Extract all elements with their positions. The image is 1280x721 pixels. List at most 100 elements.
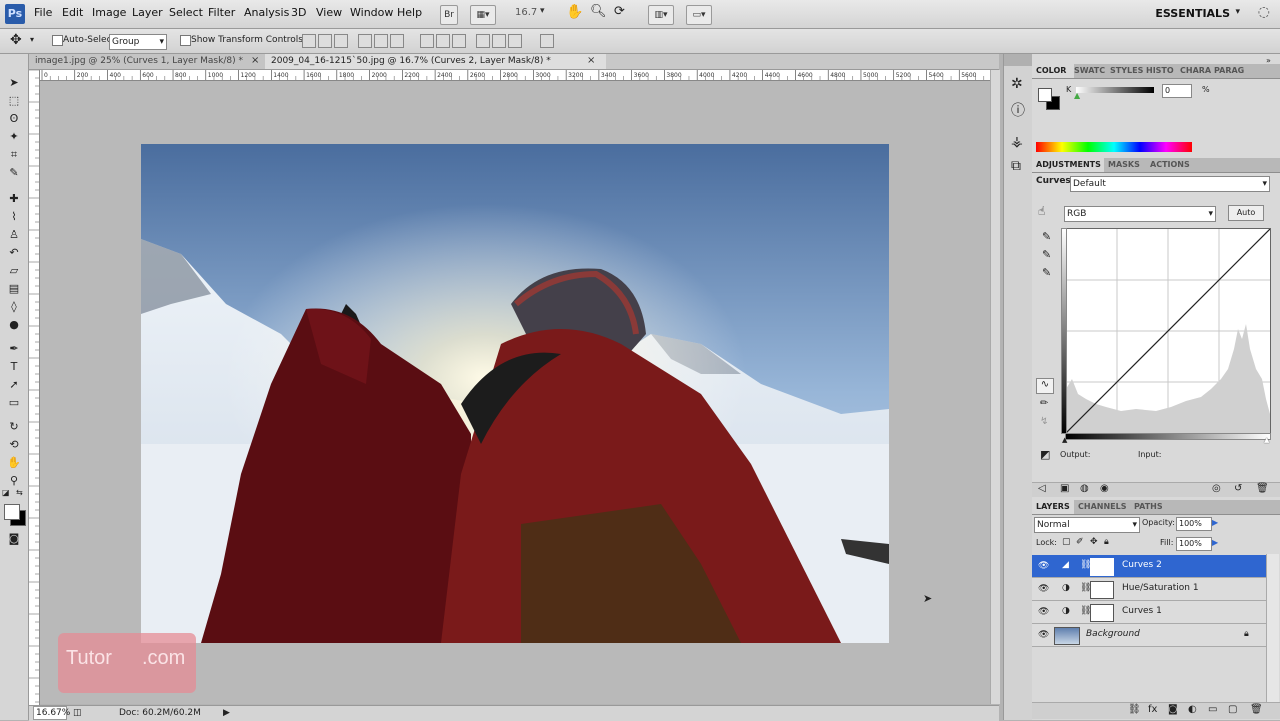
document-image[interactable] bbox=[141, 144, 889, 643]
layer-mask-thumbnail[interactable] bbox=[1090, 581, 1114, 599]
navigator-icon[interactable]: ✲ bbox=[1011, 76, 1023, 92]
zoom-level-field[interactable]: 16.67% bbox=[33, 706, 70, 720]
tool-preset-dropdown-icon[interactable]: ▾ bbox=[30, 35, 34, 44]
distribute-left-icon[interactable] bbox=[476, 34, 490, 48]
pencil-draw-icon[interactable]: ✏ bbox=[1040, 398, 1048, 409]
menu-analysis[interactable]: Analysis bbox=[244, 6, 289, 19]
dodge-tool-icon[interactable]: ● bbox=[6, 318, 22, 332]
curves-graph[interactable] bbox=[1065, 228, 1271, 434]
path-selection-icon[interactable]: ➚ bbox=[6, 378, 22, 392]
trash-icon[interactable]: 🗑︎ bbox=[1256, 483, 1269, 494]
3d-orbit-icon[interactable]: ⟲ bbox=[6, 438, 22, 452]
eraser-icon[interactable]: ▱ bbox=[6, 264, 22, 278]
search-icon[interactable]: ◌ bbox=[1258, 4, 1270, 20]
tab-channels[interactable]: CHANNELS bbox=[1078, 500, 1126, 514]
magic-wand-icon[interactable]: ✦ bbox=[6, 130, 22, 144]
quick-mask-icon[interactable]: ◙ bbox=[6, 532, 22, 546]
on-image-adjust-icon[interactable]: ☝ bbox=[1038, 204, 1045, 218]
move-tool-icon[interactable]: ✥ bbox=[10, 32, 22, 48]
auto-select-checkbox[interactable] bbox=[52, 35, 63, 46]
auto-select-dropdown[interactable]: Group ▾ bbox=[109, 34, 167, 50]
tab-history[interactable]: HISTO bbox=[1146, 64, 1176, 78]
layer-style-icon[interactable]: fx bbox=[1148, 704, 1157, 715]
auto-align-icon[interactable] bbox=[540, 34, 554, 48]
lock-transparent-icon[interactable]: ▢ bbox=[1062, 537, 1071, 547]
white-point-eyedropper-icon[interactable]: ✎ bbox=[1042, 266, 1051, 279]
eyedropper-icon[interactable]: ✎ bbox=[6, 166, 22, 180]
close-icon[interactable]: × bbox=[587, 55, 595, 66]
align-vcenter-icon[interactable] bbox=[318, 34, 332, 48]
layer-row-curves-2[interactable]: 👁︎ ◢ ⛓︎ Curves 2 bbox=[1032, 555, 1266, 578]
align-hcenter-icon[interactable] bbox=[374, 34, 388, 48]
3d-rotate-icon[interactable]: ↻ bbox=[6, 420, 22, 434]
close-icon[interactable]: × bbox=[251, 55, 259, 66]
menu-filter[interactable]: Filter bbox=[208, 6, 235, 19]
k-value-input[interactable]: 0 bbox=[1162, 84, 1192, 98]
slider-handle-icon[interactable]: ▲ bbox=[1074, 91, 1080, 100]
swap-colors-icon[interactable]: ⇆ bbox=[16, 488, 23, 497]
blend-mode-dropdown[interactable]: Normal ▾ bbox=[1034, 517, 1140, 533]
info-icon[interactable]: ⓘ bbox=[1011, 100, 1025, 120]
delete-layer-icon[interactable]: 🗑︎ bbox=[1250, 704, 1263, 715]
layer-row-curves-1[interactable]: 👁︎ ◑ ⛓︎ Curves 1 bbox=[1032, 601, 1266, 624]
distribute-hcenter-icon[interactable] bbox=[492, 34, 506, 48]
auto-button[interactable]: Auto bbox=[1228, 205, 1264, 221]
pen-tool-icon[interactable]: ✒ bbox=[6, 342, 22, 356]
screen-mode-button[interactable]: ▭▾ bbox=[686, 5, 712, 25]
status-menu-icon[interactable]: ◫ bbox=[73, 706, 82, 721]
fg-color-swatch[interactable] bbox=[1038, 88, 1052, 102]
eye-icon[interactable]: 👁︎ bbox=[1038, 561, 1049, 571]
arrange-documents-button[interactable]: ▥▾ bbox=[648, 5, 674, 25]
tab-2009-04-16[interactable]: 2009_04_16-1215`50.jpg @ 16.7% (Curves 2… bbox=[265, 54, 606, 69]
lasso-tool-icon[interactable]: ʘ bbox=[6, 112, 22, 126]
zoom-tool-icon[interactable]: ⚲ bbox=[6, 474, 22, 488]
fill-slider-icon[interactable]: ▶ bbox=[1212, 538, 1218, 547]
distribute-top-icon[interactable] bbox=[420, 34, 434, 48]
black-point-eyedropper-icon[interactable]: ✎ bbox=[1042, 230, 1051, 243]
new-group-icon[interactable]: ▭ bbox=[1208, 704, 1217, 715]
default-colors-icon[interactable]: ◪ bbox=[2, 488, 10, 497]
menu-image[interactable]: Image bbox=[92, 6, 126, 19]
white-point-slider-icon[interactable]: ▲ bbox=[1264, 436, 1269, 444]
menu-window[interactable]: Window bbox=[350, 6, 393, 19]
view-previous-icon[interactable]: ◎ bbox=[1212, 483, 1221, 494]
add-mask-icon[interactable]: ◙ bbox=[1168, 704, 1178, 715]
tab-color[interactable]: COLOR bbox=[1032, 64, 1074, 78]
black-point-slider-icon[interactable]: ▲ bbox=[1062, 436, 1067, 444]
menu-select[interactable]: Select bbox=[169, 6, 203, 19]
gradient-tool-icon[interactable]: ▤ bbox=[6, 282, 22, 296]
toggle-visibility-icon[interactable]: ◉ bbox=[1100, 483, 1109, 494]
distribute-bottom-icon[interactable] bbox=[452, 34, 466, 48]
view-extras-button[interactable]: ▦▾ bbox=[470, 5, 496, 25]
gray-point-eyedropper-icon[interactable]: ✎ bbox=[1042, 248, 1051, 261]
background-thumbnail[interactable] bbox=[1054, 627, 1080, 645]
curve-point-icon[interactable]: ∿ bbox=[1036, 378, 1054, 394]
clone-stamp-icon[interactable]: ♙ bbox=[6, 228, 22, 242]
shape-tool-icon[interactable]: ▭ bbox=[6, 396, 22, 410]
hand-tool-icon[interactable]: ✋ bbox=[6, 456, 22, 470]
tab-styles[interactable]: STYLES bbox=[1110, 64, 1143, 78]
layers-scrollbar[interactable] bbox=[1266, 554, 1279, 702]
layer-mask-thumbnail[interactable] bbox=[1090, 604, 1114, 622]
smooth-curve-icon[interactable]: ↯ bbox=[1040, 416, 1048, 427]
opacity-slider-icon[interactable]: ▶ bbox=[1212, 518, 1218, 527]
layer-mask-thumbnail[interactable] bbox=[1090, 558, 1114, 576]
layer-row-hue-saturation-1[interactable]: 👁︎ ◑ ⛓︎ Hue/Saturation 1 bbox=[1032, 578, 1266, 601]
distribute-right-icon[interactable] bbox=[508, 34, 522, 48]
lock-position-icon[interactable]: ✥ bbox=[1090, 537, 1098, 547]
panel-collapse-icon[interactable]: » bbox=[1266, 56, 1271, 65]
rotate-view-icon[interactable]: ⟳ bbox=[614, 4, 625, 19]
channel-dropdown[interactable]: RGB ▾ bbox=[1064, 206, 1216, 222]
menu-layer[interactable]: Layer bbox=[132, 6, 163, 19]
lock-all-icon[interactable]: 🔒︎ bbox=[1104, 537, 1109, 547]
back-icon[interactable]: ◁ bbox=[1038, 483, 1046, 494]
tab-actions[interactable]: ACTIONS bbox=[1150, 158, 1190, 172]
tab-paths[interactable]: PATHS bbox=[1134, 500, 1168, 514]
tab-layers[interactable]: LAYERS bbox=[1032, 500, 1074, 514]
workspace-switcher[interactable]: ESSENTIALS bbox=[1155, 7, 1230, 20]
tab-masks[interactable]: MASKS bbox=[1108, 158, 1142, 172]
new-adjustment-layer-icon[interactable]: ◐ bbox=[1188, 704, 1197, 715]
foreground-color-swatch[interactable] bbox=[4, 504, 20, 520]
crop-tool-icon[interactable]: ⌗ bbox=[6, 148, 22, 162]
eye-icon[interactable]: 👁︎ bbox=[1038, 607, 1049, 617]
